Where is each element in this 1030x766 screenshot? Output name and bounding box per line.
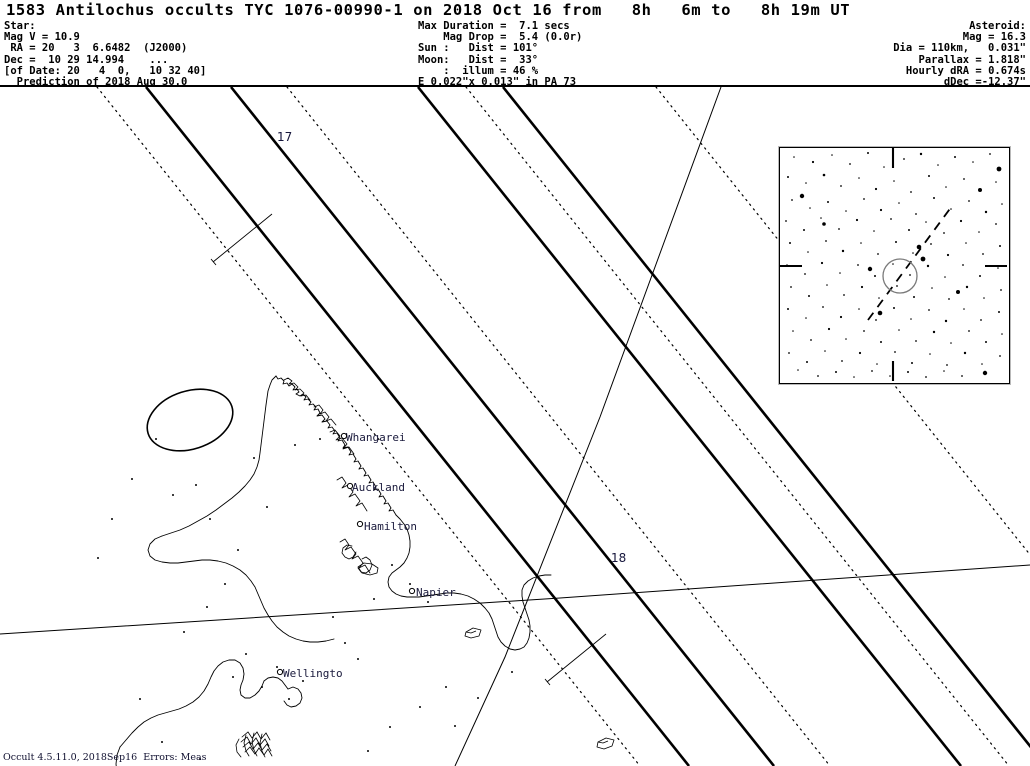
time-tick-17: [210, 213, 273, 266]
city-label-whangarei: Whangarei: [346, 431, 406, 444]
uncertainty-ellipse: [146, 388, 234, 452]
coastline-south-island: [115, 659, 303, 766]
time-marker-17: 17: [277, 130, 293, 144]
city-label-auckland: Auckland: [352, 481, 405, 494]
asteroid-data-block: Asteroid: Mag = 16.3 Dia = 110km, 0.031"…: [893, 20, 1026, 89]
coastline-marlborough-sounds: [235, 731, 273, 758]
page-title: 1583 Antilochus occults TYC 1076-00990-1…: [6, 1, 851, 19]
header: 1583 Antilochus occults TYC 1076-00990-1…: [0, 0, 1030, 89]
city-label-hamilton: Hamilton: [364, 520, 417, 533]
occultation-prediction-page: 1583 Antilochus occults TYC 1076-00990-1…: [0, 0, 1030, 766]
time-marker-18: 18: [611, 551, 627, 565]
small-islands: [357, 562, 615, 750]
circumstances-data-block: Max Duration = 7.1 secs Mag Drop = 5.4 (…: [418, 20, 583, 89]
coastline-northland-detail: [283, 377, 373, 574]
star-field-inset: [779, 147, 1010, 384]
island-dots: [97, 438, 513, 760]
coastline-north-island: [147, 375, 552, 651]
software-credit: Occult 4.5.11.0, 2018Sep16 Errors: Meas: [3, 752, 207, 763]
city-label-wellington: Wellingto: [283, 667, 343, 680]
city-label-napier: Napier: [416, 586, 456, 599]
star-data-block: Star: Mag V = 10.9 RA = 20 3 6.6482 (J20…: [4, 20, 207, 89]
